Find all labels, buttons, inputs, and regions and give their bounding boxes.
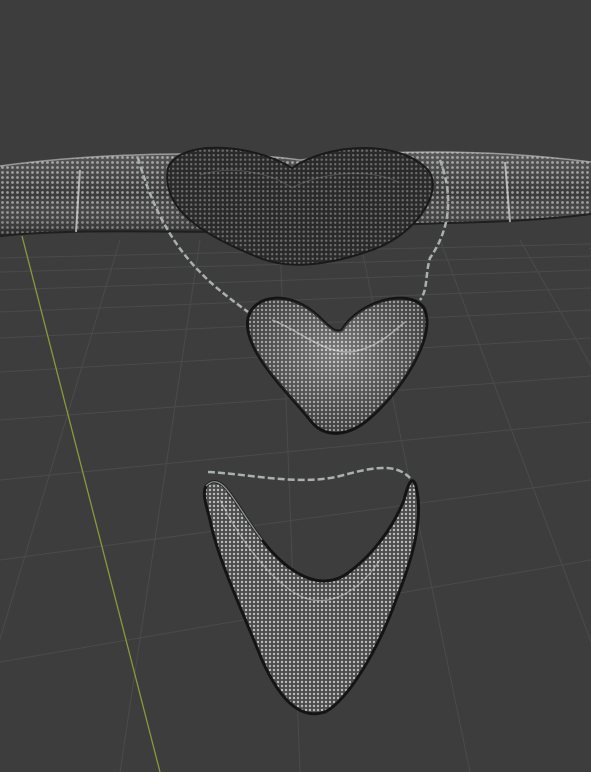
y-axis-line xyxy=(21,235,161,772)
mesh-bottom-panel[interactable] xyxy=(202,479,420,716)
mesh-heart-pendant[interactable] xyxy=(246,296,429,435)
chain-bottom xyxy=(207,466,411,482)
viewport-canvas[interactable] xyxy=(0,0,591,772)
mesh-heart-bra-cup[interactable] xyxy=(166,146,434,266)
3d-viewport[interactable] xyxy=(0,0,591,772)
